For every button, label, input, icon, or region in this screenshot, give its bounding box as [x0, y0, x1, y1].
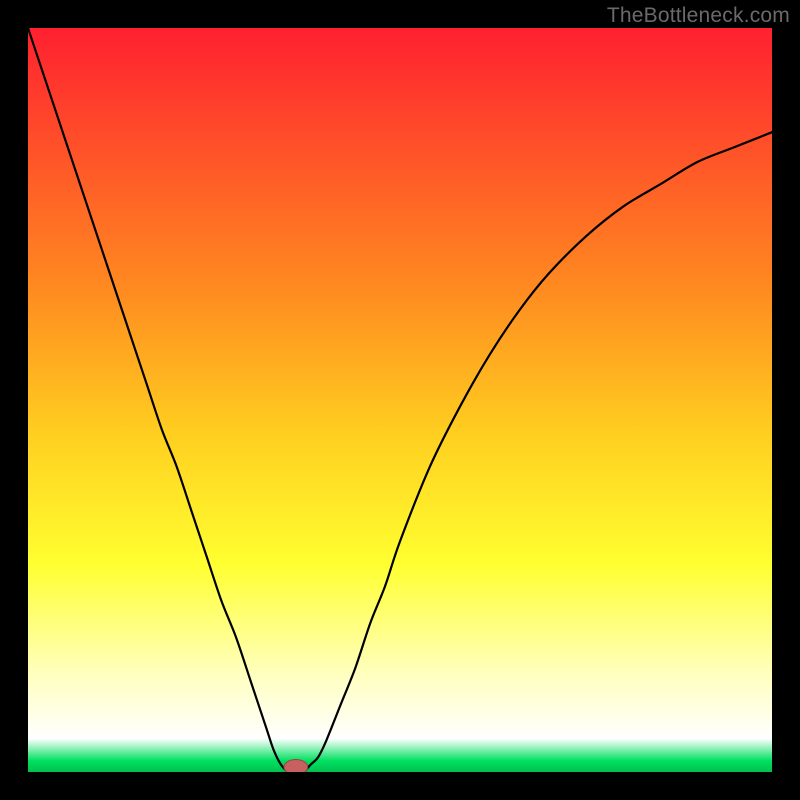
chart-frame [28, 28, 772, 772]
optimum-marker [284, 760, 308, 772]
watermark-text: TheBottleneck.com [607, 4, 790, 28]
gradient-background [28, 28, 772, 772]
bottleneck-chart [28, 28, 772, 772]
